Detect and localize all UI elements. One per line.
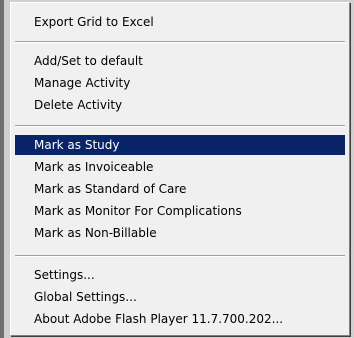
menu-item-mark-as-study[interactable]: Mark as Study <box>15 135 345 155</box>
menu-item-add-set-to-default[interactable]: Add/Set to default <box>15 51 345 71</box>
menu-item-about-adobe-flash-player[interactable]: About Adobe Flash Player 11.7.700.202... <box>15 309 345 329</box>
menu-item-delete-activity[interactable]: Delete Activity <box>15 95 345 115</box>
menu-item-export-grid-to-excel[interactable]: Export Grid to Excel <box>15 12 345 32</box>
menu-separator <box>15 125 345 127</box>
context-menu: Export Grid to Excel Add/Set to default … <box>10 2 350 336</box>
menu-item-settings[interactable]: Settings... <box>15 265 345 285</box>
menu-item-mark-as-monitor-for-complications[interactable]: Mark as Monitor For Complications <box>15 201 345 221</box>
menu-separator <box>15 41 345 43</box>
menu-item-manage-activity[interactable]: Manage Activity <box>15 73 345 93</box>
menu-item-mark-as-standard-of-care[interactable]: Mark as Standard of Care <box>15 179 345 199</box>
menu-item-mark-as-non-billable[interactable]: Mark as Non-Billable <box>15 223 345 243</box>
menu-separator <box>15 255 345 257</box>
menu-item-global-settings[interactable]: Global Settings... <box>15 287 345 307</box>
menu-item-mark-as-invoiceable[interactable]: Mark as Invoiceable <box>15 157 345 177</box>
